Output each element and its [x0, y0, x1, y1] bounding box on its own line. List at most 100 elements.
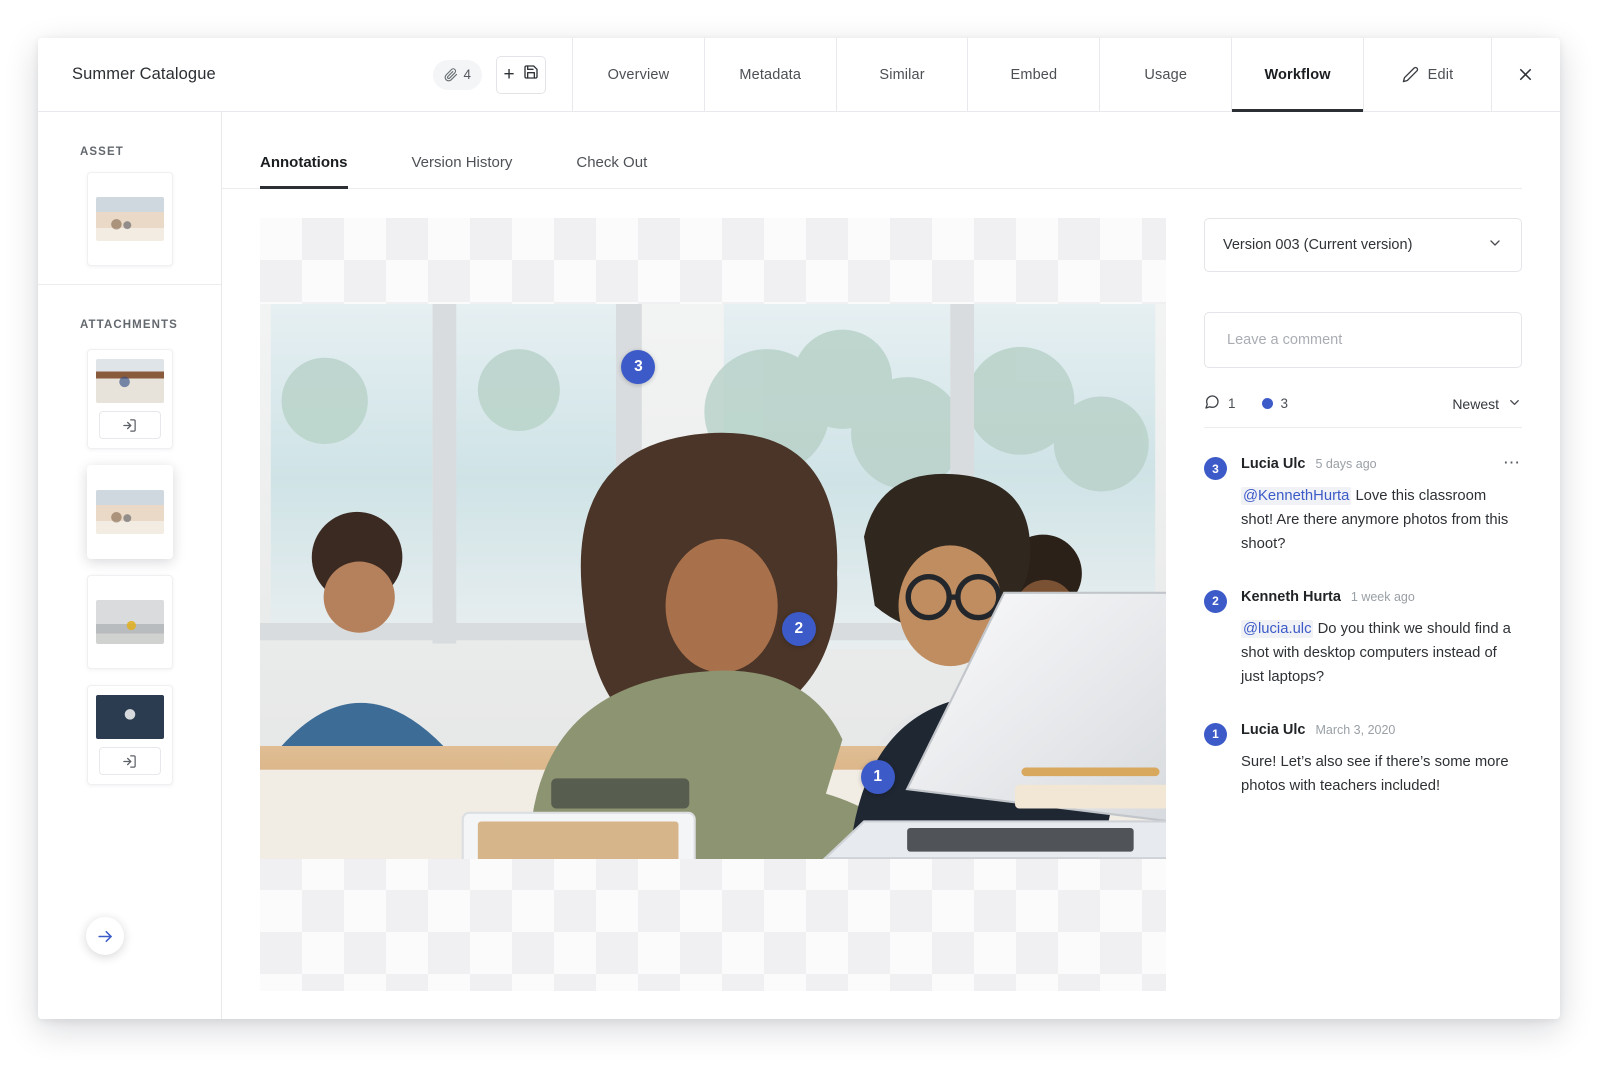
- comment-marker-badge[interactable]: 1: [1204, 722, 1227, 746]
- comment-timestamp: 1 week ago: [1350, 589, 1415, 604]
- attachment-thumbnail: [95, 490, 164, 534]
- main-tabs: Overview Metadata Similar Embed Usage Wo…: [573, 38, 1560, 112]
- chevron-down-icon: [1487, 235, 1503, 255]
- classroom-photo-illustration: [260, 304, 1166, 859]
- floppy-save-icon: [523, 64, 539, 85]
- attachment-item-2-selected[interactable]: [86, 465, 173, 559]
- comment-count-stat: 1: [1204, 394, 1236, 413]
- window-body: ASSET ATTACHMENTS Annotations Version Hi…: [38, 112, 1560, 1019]
- comment-input-wrapper[interactable]: [1204, 312, 1522, 368]
- edit-button[interactable]: Edit: [1364, 38, 1492, 111]
- attachment-thumbnail: [95, 600, 164, 644]
- comment-mention[interactable]: @lucia.ulc: [1241, 619, 1314, 638]
- check-in-button[interactable]: [98, 747, 161, 775]
- version-select[interactable]: Version 003 (Current version): [1204, 218, 1522, 272]
- chevron-down-icon: [1507, 395, 1522, 413]
- comment-text-body: Sure! Let’s also see if there’s some mor…: [1241, 753, 1509, 794]
- comment-text: Sure! Let’s also see if there’s some mor…: [1241, 751, 1522, 799]
- annotation-marker-2[interactable]: 2: [781, 612, 816, 646]
- pencil-icon: [1402, 66, 1419, 83]
- asset-sidebar: ASSET ATTACHMENTS: [38, 112, 222, 1019]
- plus-icon: +: [503, 64, 515, 85]
- comment-body: Kenneth Hurta 1 week ago @lucia.ulc Do y…: [1241, 589, 1522, 690]
- comment-bubble-icon: [1204, 394, 1220, 413]
- edit-button-label: Edit: [1427, 66, 1454, 83]
- sort-label: Newest: [1452, 395, 1499, 412]
- annotation-canvas[interactable]: 3 2 1: [260, 218, 1166, 991]
- comment-header: Kenneth Hurta 1 week ago: [1241, 589, 1522, 605]
- attachment-thumbnail: [95, 695, 164, 739]
- comment-header: Lucia Ulc March 3, 2020: [1241, 722, 1522, 738]
- comment-marker-badge[interactable]: 2: [1204, 589, 1227, 613]
- check-in-button[interactable]: [98, 411, 161, 439]
- comment-timestamp: 5 days ago: [1315, 457, 1377, 471]
- check-in-icon: [123, 418, 136, 432]
- arrow-right-icon: [97, 930, 112, 942]
- attachment-item-4[interactable]: [86, 685, 173, 785]
- comment-mention[interactable]: @KennethHurta: [1241, 487, 1352, 505]
- screenshot-root: Summer Catalogue 4 + Overview Metadata S…: [0, 0, 1598, 1073]
- tab-embed[interactable]: Embed: [968, 38, 1101, 111]
- comment-text: @lucia.ulc Do you think we should find a…: [1241, 618, 1522, 690]
- page-title: Summer Catalogue: [72, 65, 216, 83]
- annotation-marker-number: 3: [634, 358, 643, 375]
- tab-usage[interactable]: Usage: [1100, 38, 1233, 111]
- comment-body: Lucia Ulc 5 days ago ⋯ @KennethHurta Lov…: [1241, 454, 1522, 557]
- comment-marker-badge[interactable]: 3: [1204, 457, 1227, 480]
- comment-body: Lucia Ulc March 3, 2020 Sure! Let’s also…: [1241, 722, 1522, 799]
- tab-workflow[interactable]: Workflow: [1232, 38, 1364, 112]
- tab-label: Workflow: [1264, 66, 1331, 83]
- attachment-count-value: 4: [463, 67, 471, 82]
- workflow-main: Annotations Version History Check Out 3 …: [222, 112, 1560, 1019]
- close-button[interactable]: [1492, 38, 1560, 111]
- annotation-marker-number: 2: [794, 620, 804, 637]
- subtab-annotations[interactable]: Annotations: [260, 112, 348, 189]
- sort-dropdown[interactable]: Newest: [1452, 395, 1522, 413]
- tab-similar[interactable]: Similar: [837, 38, 969, 111]
- subtab-label: Annotations: [260, 154, 348, 171]
- annotations-panel: Version 003 (Current version) Leave a co…: [1166, 189, 1560, 1019]
- attachment-count-badge: 4: [433, 59, 482, 90]
- tab-label: Embed: [1010, 66, 1058, 83]
- attachment-thumbnail: [95, 359, 164, 403]
- next-attachment-button[interactable]: [86, 917, 124, 955]
- comment-header: Lucia Ulc 5 days ago ⋯: [1241, 454, 1522, 472]
- attachments-section-label: ATTACHMENTS: [80, 319, 178, 331]
- tab-label: Metadata: [739, 66, 802, 83]
- comment-author: Lucia Ulc: [1241, 456, 1306, 472]
- subtab-version-history[interactable]: Version History: [412, 112, 513, 188]
- attachment-item-3[interactable]: [86, 575, 173, 669]
- tab-label: Usage: [1144, 66, 1188, 83]
- asset-thumb-wrap: [38, 172, 221, 266]
- comment-text: @KennethHurta Love this classroom shot! …: [1241, 485, 1522, 557]
- asset-preview-image[interactable]: [260, 304, 1166, 859]
- comment-author: Kenneth Hurta: [1241, 588, 1341, 605]
- add-to-collection-button[interactable]: +: [496, 55, 546, 94]
- workflow-workarea: 3 2 1 Version 003 (Current version) Leav…: [222, 189, 1560, 1019]
- annotation-count-stat: 3: [1261, 396, 1289, 411]
- tab-overview[interactable]: Overview: [573, 38, 705, 111]
- check-in-icon: [123, 754, 136, 768]
- attachment-item-1[interactable]: [86, 349, 173, 449]
- asset-detail-window: Summer Catalogue 4 + Overview Metadata S…: [38, 38, 1560, 1019]
- annotation-marker-number: 1: [873, 768, 882, 785]
- attachment-list: [38, 345, 221, 785]
- asset-section-label: ASSET: [80, 146, 124, 158]
- blue-dot-icon: [1261, 398, 1273, 409]
- subtab-label: Check Out: [576, 154, 648, 171]
- asset-thumbnail-image: [95, 197, 164, 241]
- workflow-subtabs: Annotations Version History Check Out: [222, 112, 1522, 189]
- version-select-value: Version 003 (Current version): [1223, 237, 1413, 253]
- annotation-marker-1[interactable]: 1: [860, 760, 895, 794]
- more-horizontal-icon[interactable]: ⋯: [1503, 454, 1522, 471]
- comment-item: 1 Lucia Ulc March 3, 2020 Sure! Let’s al…: [1204, 722, 1522, 799]
- close-icon: [1516, 65, 1535, 84]
- tab-metadata[interactable]: Metadata: [705, 38, 837, 111]
- annotation-stats-bar: 1 3 Newest: [1204, 394, 1522, 428]
- comment-input[interactable]: [1225, 331, 1501, 349]
- comment-item: 2 Kenneth Hurta 1 week ago @lucia.ulc Do…: [1204, 589, 1522, 690]
- annotation-canvas-column: 3 2 1: [260, 189, 1166, 1019]
- annotation-count-value: 3: [1280, 396, 1289, 411]
- asset-thumbnail-card[interactable]: [86, 172, 173, 266]
- subtab-check-out[interactable]: Check Out: [576, 112, 647, 188]
